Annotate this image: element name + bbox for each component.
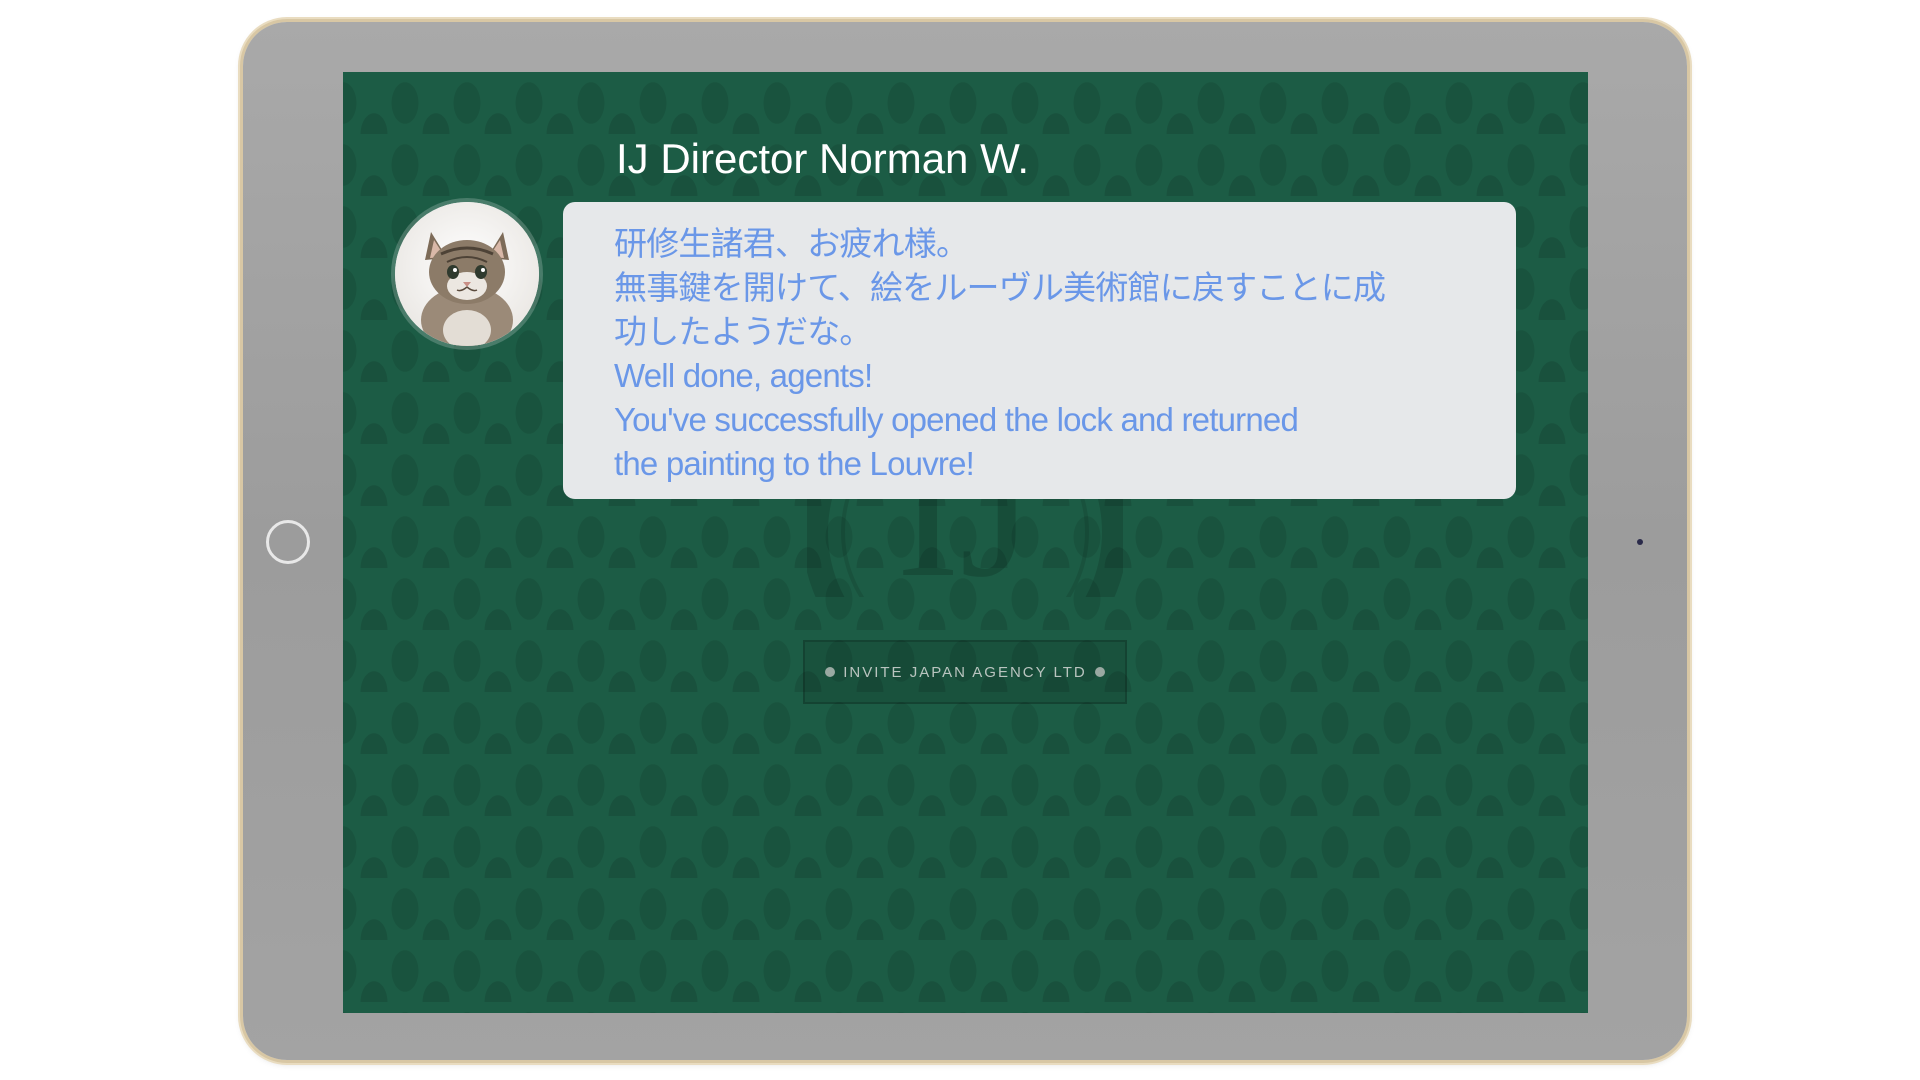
message-line: You've successfully opened the lock and …: [614, 401, 1299, 438]
dialog-bubble[interactable]: 研修生諸君、お疲れ様。 無事鍵を開けて、絵をルーヴル美術館に戻すことに成 功した…: [563, 202, 1516, 499]
dialog-message: 研修生諸君、お疲れ様。 無事鍵を開けて、絵をルーヴル美術館に戻すことに成 功した…: [614, 222, 1476, 486]
message-line: the painting to the Louvre!: [614, 445, 975, 482]
message-line: 功したようだな。: [614, 313, 872, 350]
message-line: 研修生諸君、お疲れ様。: [614, 225, 969, 262]
message-line: 無事鍵を開けて、絵をルーヴル美術館に戻すことに成: [614, 269, 1386, 306]
home-button[interactable]: [266, 520, 310, 564]
banner-dot-left: [825, 667, 836, 677]
front-camera-icon: [1637, 539, 1643, 545]
game-screen[interactable]: IJ INVITE JAPAN AGENCY LTD IJ Director N…: [343, 72, 1588, 1013]
agency-name: INVITE JAPAN AGENCY LTD: [843, 663, 1087, 681]
banner-dot-right: [1094, 667, 1105, 677]
agency-banner: INVITE JAPAN AGENCY LTD: [803, 640, 1127, 704]
message-line: Well done, agents!: [614, 357, 873, 394]
kitten-avatar-icon: [395, 202, 539, 346]
speaker-name: IJ Director Norman W.: [616, 135, 1030, 182]
